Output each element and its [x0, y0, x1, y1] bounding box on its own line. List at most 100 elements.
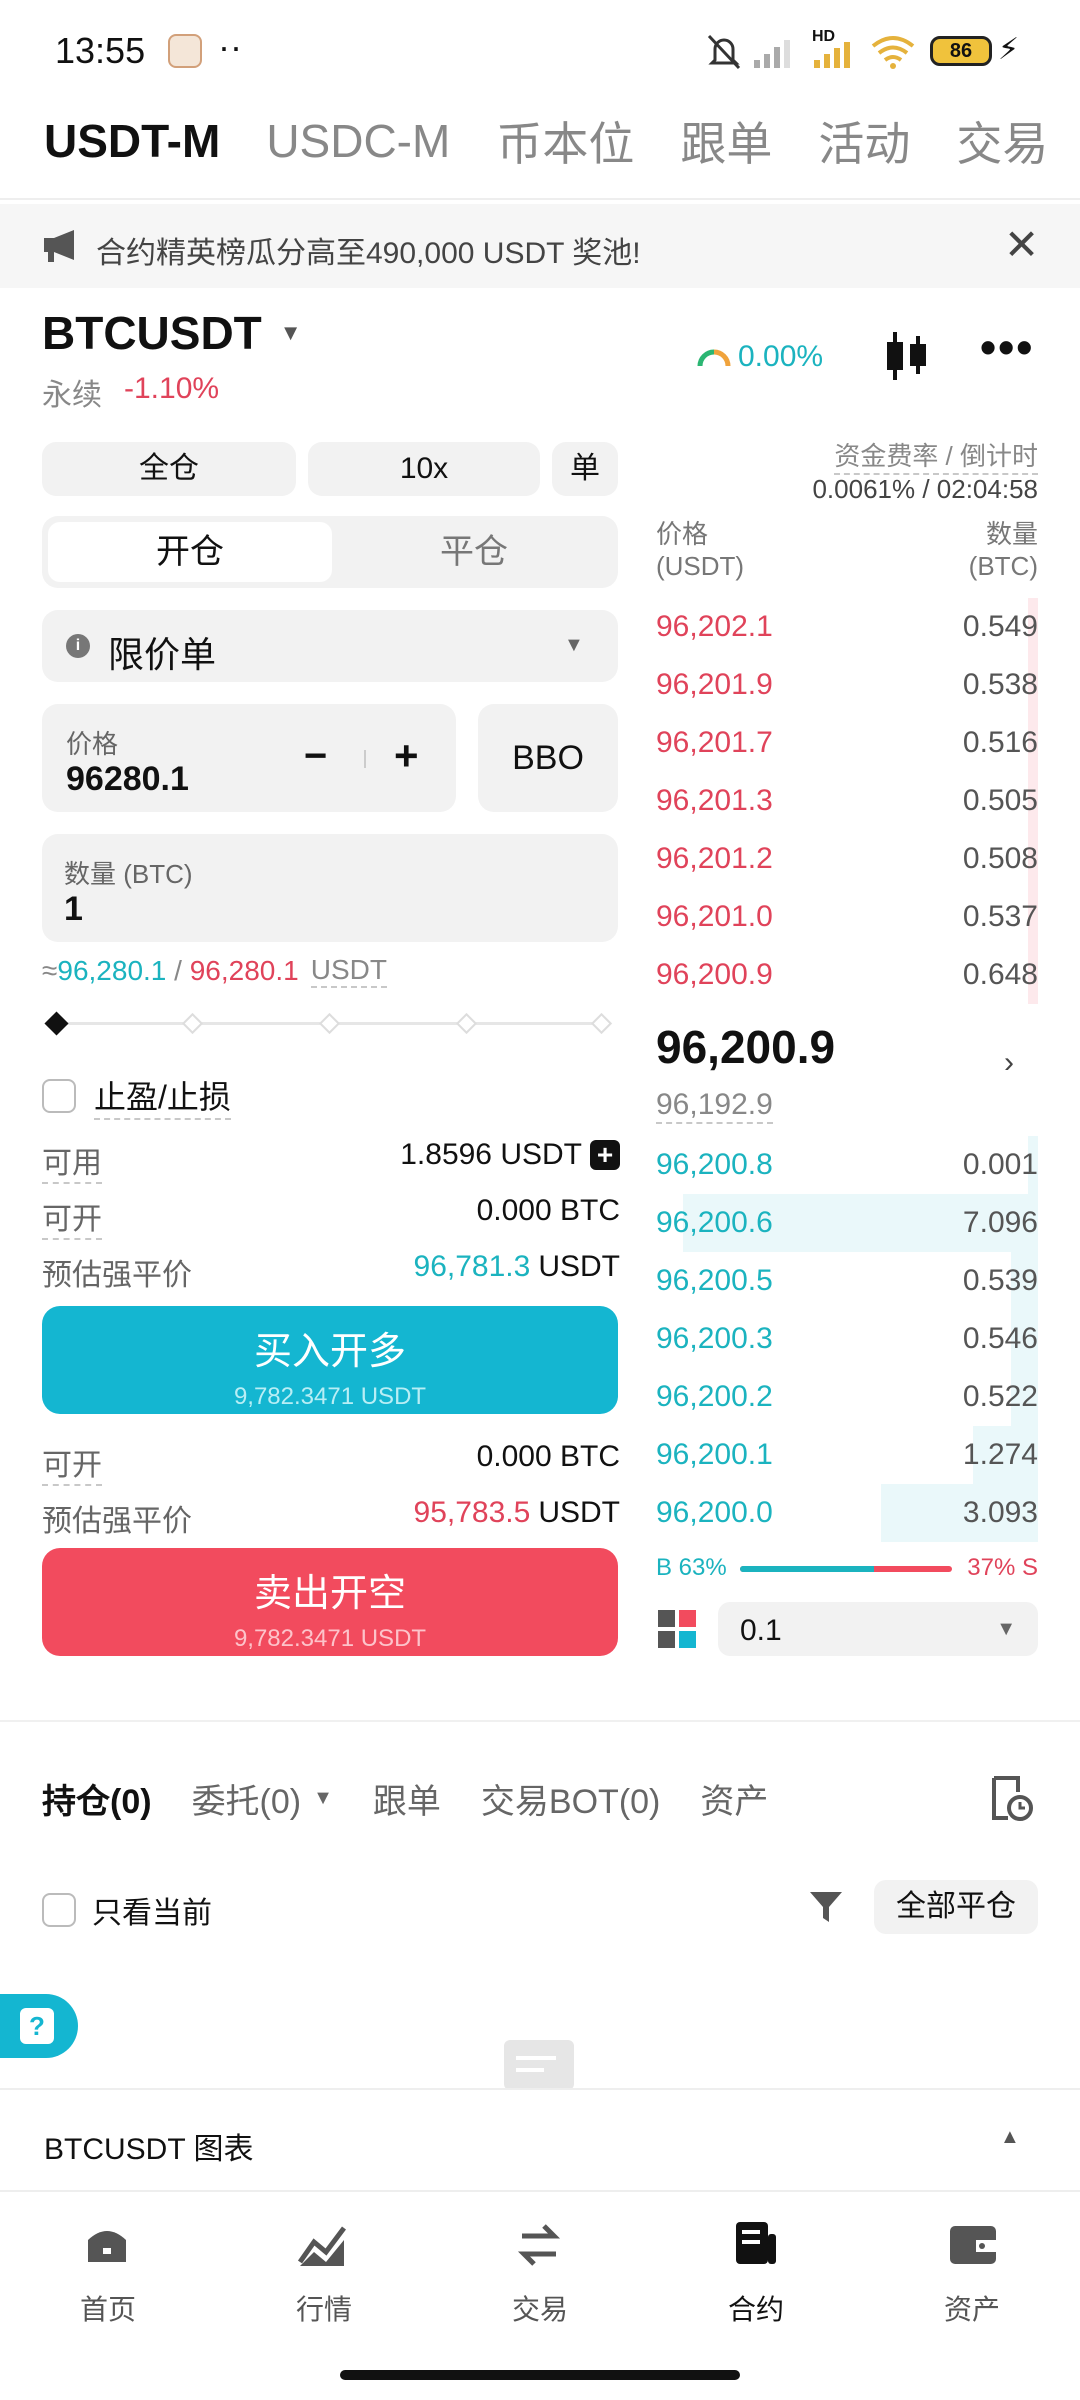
margin-mode-button[interactable]: 全仓 [42, 442, 296, 496]
trade-icon[interactable] [514, 2222, 564, 2268]
price-input[interactable]: 价格 96280.1 − + [42, 704, 456, 812]
bid-row[interactable]: 96,200.2 0.522 [656, 1368, 1038, 1426]
bid-row[interactable]: 96,200.0 3.093 [656, 1484, 1038, 1542]
ask-qty: 0.549 [962, 610, 1038, 643]
bid-qty: 0.546 [962, 1322, 1038, 1355]
tab-activity[interactable]: 活动 [818, 108, 910, 174]
only-current-checkbox[interactable]: 只看当前 [42, 1888, 212, 1932]
ask-row[interactable]: 96,201.9 0.538 [656, 656, 1038, 714]
price-input-value[interactable]: 96280.1 [66, 760, 189, 799]
tpsl-checkbox[interactable]: 止盈/止损 [42, 1072, 231, 1120]
nav-assets[interactable]: 资产 [864, 2288, 1080, 2328]
nav-home-label: 首页 [79, 2294, 136, 2325]
tab-open[interactable]: 开仓 [48, 522, 332, 582]
nav-trade[interactable]: 交易 [432, 2288, 648, 2328]
max-open-long-value: 0.000 BTC [476, 1194, 620, 1227]
order-type-select[interactable]: i 限价单 ▼ [42, 610, 618, 682]
markets-icon[interactable] [298, 2222, 348, 2268]
position-mode-label: 单 [570, 452, 600, 485]
bid-row[interactable]: 96,200.3 0.546 [656, 1310, 1038, 1368]
ask-row[interactable]: 96,200.9 0.648 [656, 946, 1038, 1004]
ask-row[interactable]: 96,201.3 0.505 [656, 772, 1038, 830]
funding-label[interactable]: 资金费率 / 倒计时 [834, 436, 1038, 475]
nav-markets[interactable]: 行情 [216, 2288, 432, 2328]
buy-long-button[interactable]: 买入开多 9,782.3471 USDT [42, 1306, 618, 1414]
quantity-input[interactable]: 数量 (BTC) 1 [42, 834, 618, 942]
checkbox-icon[interactable] [42, 1893, 76, 1927]
mark-price[interactable]: 96,192.9 [656, 1088, 773, 1124]
chevron-right-icon[interactable]: › [1004, 1046, 1014, 1080]
ask-row[interactable]: 96,202.1 0.549 [656, 598, 1038, 656]
slider-handle[interactable] [44, 1011, 69, 1036]
symbol-selector[interactable]: BTCUSDT ▼ [42, 306, 302, 360]
tab-assets[interactable]: 资产 [700, 1774, 768, 1823]
tab-close[interactable]: 平仓 [332, 522, 616, 582]
chevron-down-icon[interactable]: ▼ [313, 1787, 333, 1810]
slider-stop[interactable] [590, 1012, 613, 1035]
liq-price-long-label: 预估强平价 [42, 1259, 192, 1292]
position-mode-button[interactable]: 单 [552, 442, 618, 496]
nav-home[interactable]: 首页 [0, 2288, 216, 2328]
checkbox-icon[interactable] [42, 1079, 76, 1113]
home-indicator[interactable] [340, 2370, 740, 2380]
funding-gauge-icon[interactable] [696, 340, 732, 370]
price-increment-button[interactable]: + [394, 732, 419, 780]
tab-trading-bot[interactable]: 交易BOT(0) [481, 1774, 660, 1823]
slider-stop[interactable] [318, 1012, 341, 1035]
depth-view-icon[interactable] [658, 1610, 698, 1650]
tab-orders[interactable]: 委托(0) [192, 1774, 302, 1823]
close-all-button[interactable]: 全部平仓 [874, 1880, 1038, 1934]
more-icon[interactable]: ••• [980, 320, 1034, 374]
candlestick-chart-icon[interactable] [884, 330, 930, 382]
ask-row[interactable]: 96,201.7 0.516 [656, 714, 1038, 772]
bid-row[interactable]: 96,200.5 0.539 [656, 1252, 1038, 1310]
assets-icon[interactable] [948, 2222, 998, 2268]
sell-short-button[interactable]: 卖出开空 9,782.3471 USDT [42, 1548, 618, 1656]
history-icon[interactable] [988, 1774, 1034, 1822]
chevron-down-icon: ▼ [279, 320, 302, 345]
tab-copy-trade[interactable]: 跟单 [680, 108, 772, 174]
tab-positions[interactable]: 持仓(0) [42, 1774, 152, 1823]
precision-select[interactable]: 0.1 ▼ [718, 1602, 1038, 1656]
charging-icon: ⚡ [998, 33, 1020, 66]
available-label[interactable]: 可用 [42, 1138, 102, 1184]
home-icon[interactable] [84, 2222, 130, 2268]
ask-price: 96,201.3 [656, 784, 773, 817]
last-price[interactable]: 96,200.9 [656, 1020, 835, 1074]
max-open-label[interactable]: 可开 [42, 1194, 102, 1240]
tab-trade[interactable]: 交易 [956, 108, 1048, 174]
quantity-input-value[interactable]: 1 [64, 890, 83, 929]
price-decrement-button[interactable]: − [304, 734, 327, 779]
max-open-label[interactable]: 可开 [42, 1440, 102, 1486]
liq-price-short-row: 95,783.5 USDT [414, 1496, 620, 1530]
quantity-slider[interactable] [44, 1011, 613, 1036]
filter-icon[interactable] [808, 1890, 844, 1924]
bid-row[interactable]: 96,200.1 1.274 [656, 1426, 1038, 1484]
chart-toggle-bar[interactable]: BTCUSDT 图表 ▲ [0, 2088, 1080, 2192]
futures-icon[interactable] [732, 2220, 780, 2268]
bid-row[interactable]: 96,200.8 0.001 [656, 1136, 1038, 1194]
ask-row[interactable]: 96,201.2 0.508 [656, 830, 1038, 888]
tab-usdc-m[interactable]: USDC-M [266, 114, 450, 168]
bid-row[interactable]: 96,200.6 7.096 [656, 1194, 1038, 1252]
funding-gauge-value[interactable]: 0.00% [738, 340, 823, 374]
cost-short: 96,280.1 [189, 955, 299, 986]
ask-row[interactable]: 96,201.0 0.537 [656, 888, 1038, 946]
megaphone-icon [44, 230, 74, 262]
only-current-label: 只看当前 [92, 1897, 212, 1930]
slider-stop[interactable] [181, 1012, 204, 1035]
help-button[interactable]: ? [0, 1994, 78, 2058]
tab-usdt-m[interactable]: USDT-M [44, 114, 220, 168]
announcement-banner[interactable]: 合约精英榜瓜分高至490,000 USDT 奖池! ✕ [0, 204, 1080, 288]
sell-short-label: 卖出开空 [253, 1573, 406, 1615]
ask-price: 96,202.1 [656, 610, 773, 643]
bbo-button[interactable]: BBO [478, 704, 618, 812]
slider-stop[interactable] [455, 1012, 478, 1035]
tab-copy-trading[interactable]: 跟单 [373, 1774, 441, 1823]
transfer-plus-icon[interactable]: + [590, 1140, 620, 1170]
leverage-button[interactable]: 10x [308, 442, 540, 496]
tab-coin-m[interactable]: 币本位 [496, 108, 634, 174]
cost-unit[interactable]: USDT [310, 954, 387, 988]
nav-futures[interactable]: 合约 [648, 2288, 864, 2328]
close-icon[interactable]: ✕ [1004, 220, 1039, 269]
